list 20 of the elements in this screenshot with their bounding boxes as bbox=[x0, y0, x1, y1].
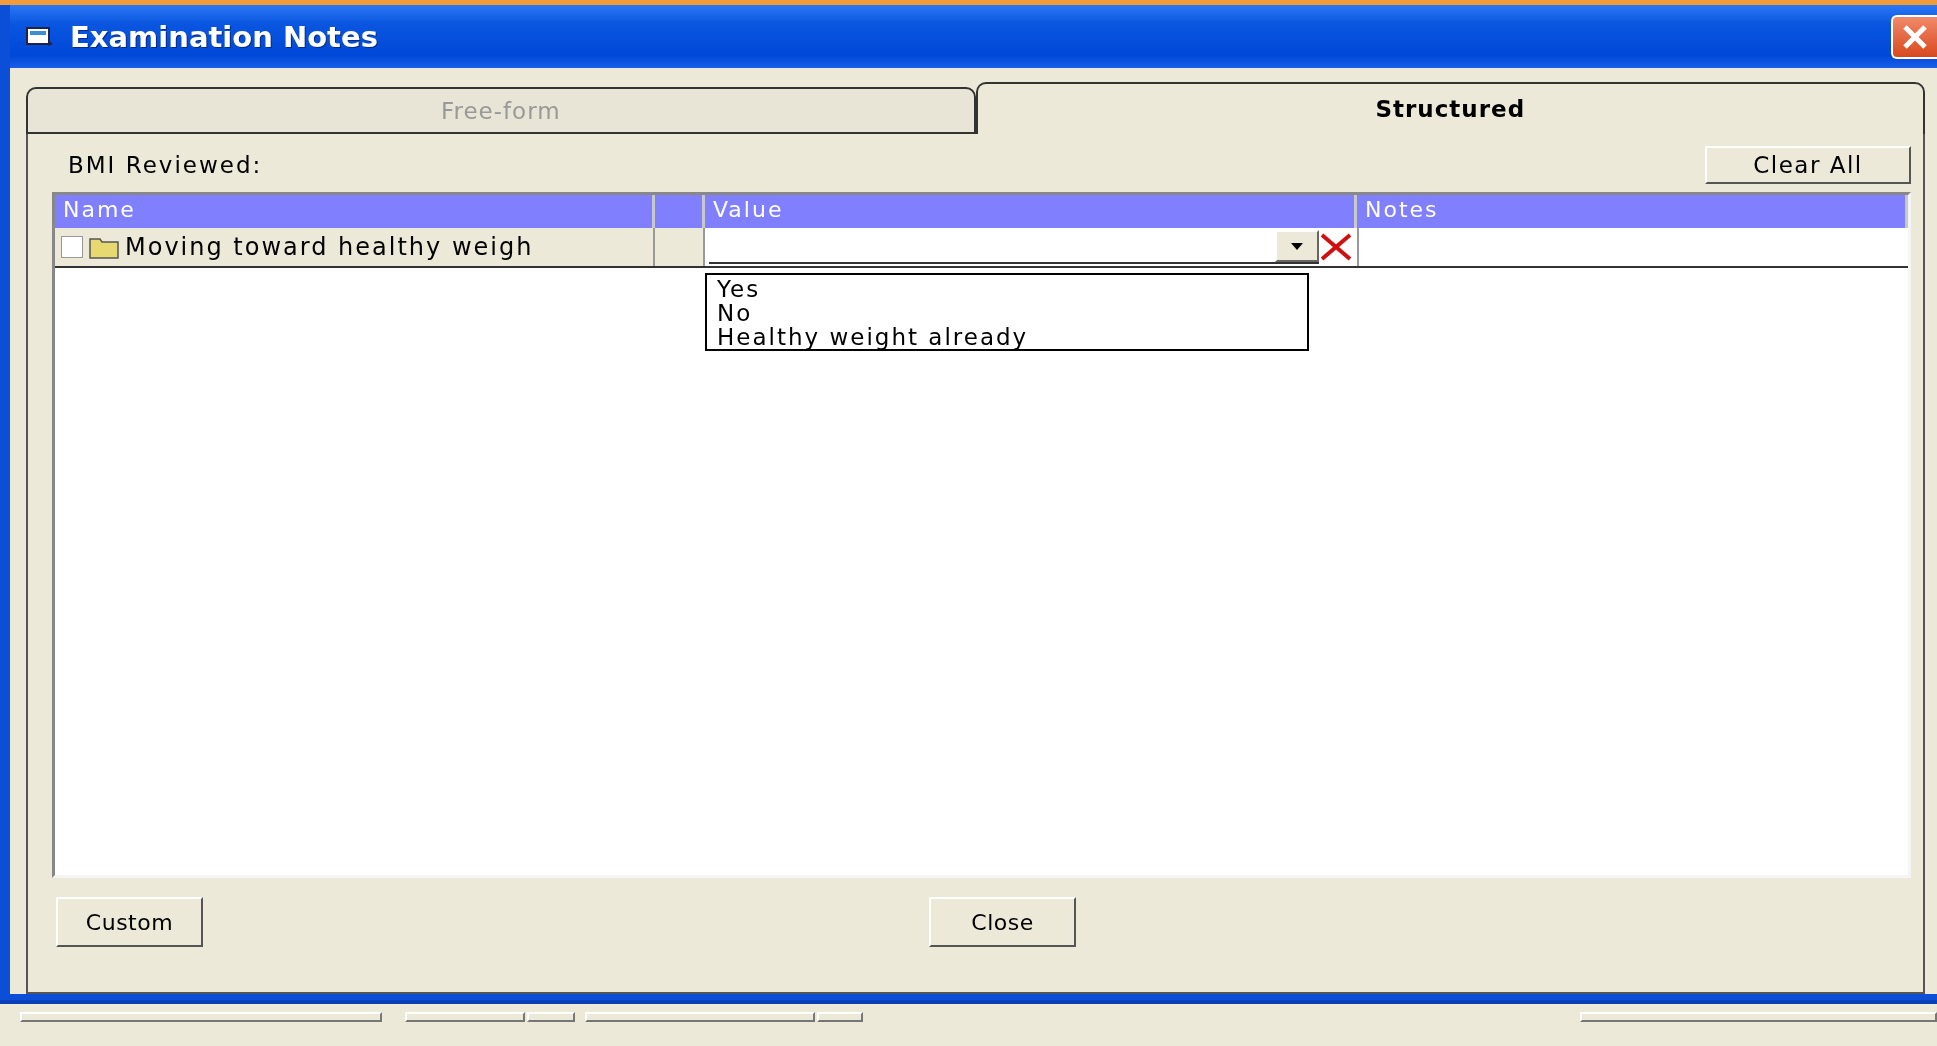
dropdown-option[interactable]: Yes bbox=[717, 277, 1297, 301]
section-label: BMI Reviewed: bbox=[68, 152, 263, 178]
dropdown-option[interactable]: Healthy weight already bbox=[717, 325, 1297, 349]
value-dropdown[interactable] bbox=[709, 230, 1319, 264]
checkbox[interactable] bbox=[61, 236, 83, 258]
tab[interactable]: Structured bbox=[975, 82, 1925, 134]
row-name: Moving toward healthy weigh bbox=[125, 233, 534, 261]
folder-icon bbox=[89, 235, 119, 259]
dropdown-button[interactable] bbox=[1275, 230, 1319, 262]
window-title: Examination Notes bbox=[70, 19, 379, 54]
clear-all-button[interactable]: Clear All bbox=[1705, 146, 1911, 184]
delete-icon[interactable] bbox=[1319, 232, 1353, 262]
close-button[interactable] bbox=[1891, 14, 1937, 59]
panel-edge bbox=[527, 1012, 575, 1022]
dropdown-option[interactable]: No bbox=[717, 301, 1297, 325]
caret-icon bbox=[1291, 242, 1303, 250]
dialog-button[interactable]: Close bbox=[929, 897, 1076, 947]
window-icon bbox=[26, 25, 54, 48]
panel-edge bbox=[817, 1012, 863, 1022]
dialog-button[interactable]: Custom bbox=[56, 897, 203, 947]
